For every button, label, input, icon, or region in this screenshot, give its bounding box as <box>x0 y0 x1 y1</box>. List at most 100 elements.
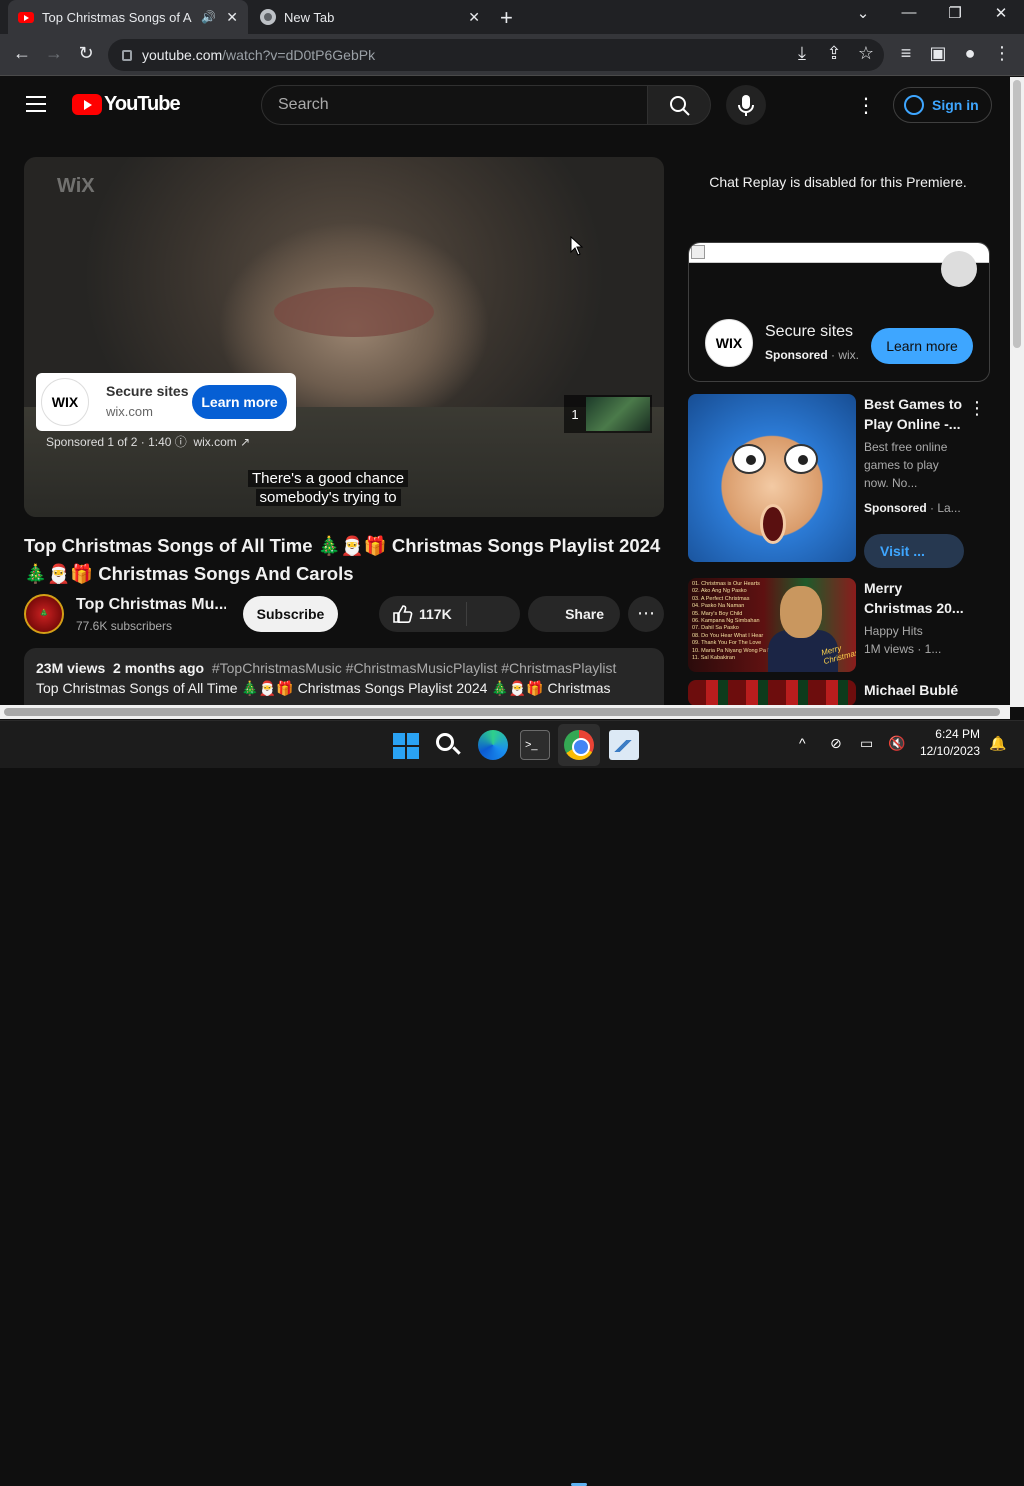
ad-domain: · wix. <box>827 348 860 362</box>
minimize-icon[interactable]: — <box>886 4 932 21</box>
new-tab-plus-icon[interactable]: + <box>500 5 513 31</box>
thumbnail-detail <box>784 444 818 474</box>
ad-countdown: 1 <box>571 406 579 422</box>
vertical-scroll-thumb[interactable] <box>1013 80 1021 348</box>
rec-title[interactable]: Merry Christmas 20... <box>864 578 969 618</box>
ad-banner-badge <box>941 251 977 287</box>
taskbar-search-icon[interactable] <box>433 730 463 760</box>
forward-arrow-icon[interactable]: → <box>42 43 66 64</box>
clock-time[interactable]: 6:24 PM <box>918 727 980 741</box>
notifications-bell-icon[interactable]: 🔔 <box>989 735 1006 752</box>
external-link-icon[interactable]: ↗ <box>240 435 250 449</box>
volume-muted-icon[interactable]: 🔇 <box>888 735 905 752</box>
url-host: youtube.com <box>142 47 223 63</box>
learn-more-button[interactable]: Learn more <box>192 385 287 419</box>
close-tab-icon[interactable]: ✕ <box>468 9 480 26</box>
ad-overlay-card[interactable]: WIX Secure sites wix.com Learn more <box>36 373 296 431</box>
share-button[interactable]: Share <box>528 596 620 632</box>
chrome-favicon-icon <box>260 9 276 25</box>
broken-image-icon <box>691 245 705 259</box>
lock-icon[interactable] <box>122 49 132 61</box>
display-icon[interactable]: ▭ <box>860 735 873 752</box>
tab-youtube[interactable]: Top Christmas Songs of All T 🔊 ✕ <box>8 0 248 34</box>
rec-thumbnail[interactable]: 01. Christmas is Our Hearts 02. Ako Ang … <box>688 578 856 672</box>
like-button[interactable]: 117K <box>379 602 467 626</box>
side-panel-icon[interactable]: ▣ <box>926 43 950 64</box>
rec-channel[interactable]: Happy Hits <box>864 622 923 640</box>
network-status-icon[interactable]: ⊘ <box>830 735 842 752</box>
audio-playing-icon[interactable]: 🔊 <box>201 10 216 24</box>
tab-title: Top Christmas Songs of All T <box>42 9 192 25</box>
thumbnail-detail <box>780 586 822 638</box>
more-actions-button[interactable]: ⋯ <box>628 596 664 632</box>
youtube-logo[interactable]: YouTube <box>72 93 181 116</box>
ad-watermark: WiX <box>57 175 95 197</box>
share-page-icon[interactable]: ⇪ <box>822 43 846 64</box>
chat-replay-notice: Chat Replay is disabled for this Premier… <box>709 174 967 190</box>
hashtags[interactable]: #TopChristmasMusic #ChristmasMusicPlayli… <box>212 660 617 676</box>
description-box[interactable]: 23M views 2 months ago #TopChristmasMusi… <box>24 648 664 706</box>
horizontal-scroll-thumb[interactable] <box>4 708 1000 716</box>
settings-more-icon[interactable]: ⋮ <box>856 93 876 118</box>
dislike-button[interactable] <box>467 602 519 626</box>
youtube-play-icon <box>72 94 102 115</box>
rec-title[interactable]: Michael Bublé <box>864 680 969 700</box>
channel-name[interactable]: Top Christmas Mu... <box>76 596 226 614</box>
logo-text: YouTube <box>104 93 181 115</box>
back-arrow-icon[interactable]: ← <box>10 43 34 64</box>
sidebar-ad-panel[interactable]: WIX Secure sites Sponsored · wix. Learn … <box>688 242 990 382</box>
rec-more-icon[interactable]: ⋮ <box>968 398 986 419</box>
browser-tab-strip: Top Christmas Songs of All T 🔊 ✕ New Tab… <box>0 0 1024 34</box>
clock-date[interactable]: 12/10/2023 <box>918 744 980 758</box>
search-button[interactable] <box>647 85 711 125</box>
rec-title[interactable]: Best Games to Play Online -... <box>864 394 969 434</box>
restore-icon[interactable]: ❐ <box>932 4 978 22</box>
ad-domain: wix.com <box>106 404 153 419</box>
sign-in-button[interactable]: Sign in <box>893 87 992 123</box>
rec-description: Best free online games to play now. No..… <box>864 440 948 490</box>
terminal-icon[interactable]: >_ <box>520 730 550 760</box>
tab-new-tab[interactable]: New Tab ✕ <box>250 0 490 34</box>
subscribe-button[interactable]: Subscribe <box>243 596 338 632</box>
ad-progress-text: Sponsored 1 of 2 · 1:40 <box>46 435 172 449</box>
close-tab-icon[interactable]: ✕ <box>226 9 238 26</box>
rec-sponsored-line: Sponsored · La... <box>864 501 961 515</box>
close-window-icon[interactable]: ✕ <box>978 4 1024 22</box>
channel-avatar[interactable]: 🎄 <box>24 594 64 634</box>
ad-domain-link[interactable]: wix.com <box>193 435 236 449</box>
hamburger-menu-icon[interactable] <box>26 96 46 112</box>
performance-monitor-icon[interactable] <box>609 730 639 760</box>
ad-status-bar: Sponsored 1 of 2 · 1:40 ⓘ wix.com ↗ <box>46 433 250 450</box>
visit-site-button[interactable]: Visit ... <box>864 534 964 568</box>
closed-caption: There's a good chance somebody's trying … <box>248 469 409 507</box>
youtube-header: YouTube Search ⋮ Sign in <box>0 77 1010 133</box>
learn-more-button[interactable]: Learn more <box>871 328 973 364</box>
chrome-browser-icon[interactable] <box>564 730 594 760</box>
start-windows-icon[interactable] <box>390 730 420 760</box>
search-input[interactable]: Search <box>261 85 648 125</box>
search-icon <box>670 96 690 116</box>
browser-menu-icon[interactable]: ⋮ <box>990 43 1014 64</box>
like-count: 117K <box>419 606 452 622</box>
voice-search-button[interactable] <box>726 85 766 125</box>
video-player[interactable]: WiX WIX Secure sites wix.com Learn more … <box>24 157 664 517</box>
address-bar[interactable]: youtube.com/watch?v=dD0tP6GebPk <box>108 39 884 71</box>
rec-thumbnail[interactable] <box>688 394 856 562</box>
ad-title: Secure sites <box>106 383 189 399</box>
subscriber-count: 77.6K subscribers <box>76 619 173 633</box>
tab-title: New Tab <box>284 9 335 25</box>
tab-search-chevron-icon[interactable]: ⌄ <box>840 4 886 22</box>
share-label: Share <box>565 606 604 622</box>
profile-icon[interactable]: ● <box>958 43 982 64</box>
edge-browser-icon[interactable] <box>478 730 508 760</box>
user-circle-icon <box>904 95 924 115</box>
reload-icon[interactable]: ↻ <box>74 43 98 64</box>
sponsored-label: Sponsored <box>864 501 927 515</box>
install-app-icon[interactable]: ⤓ <box>790 43 814 64</box>
reading-list-icon[interactable]: ≡ <box>894 43 918 64</box>
bookmark-star-icon[interactable]: ☆ <box>854 43 878 64</box>
info-icon[interactable]: ⓘ <box>175 435 187 449</box>
show-hidden-icons-chevron-icon[interactable]: ^ <box>799 735 806 751</box>
rec-thumbnail[interactable] <box>688 680 856 706</box>
ad-next-preview[interactable]: 1 <box>564 395 652 433</box>
